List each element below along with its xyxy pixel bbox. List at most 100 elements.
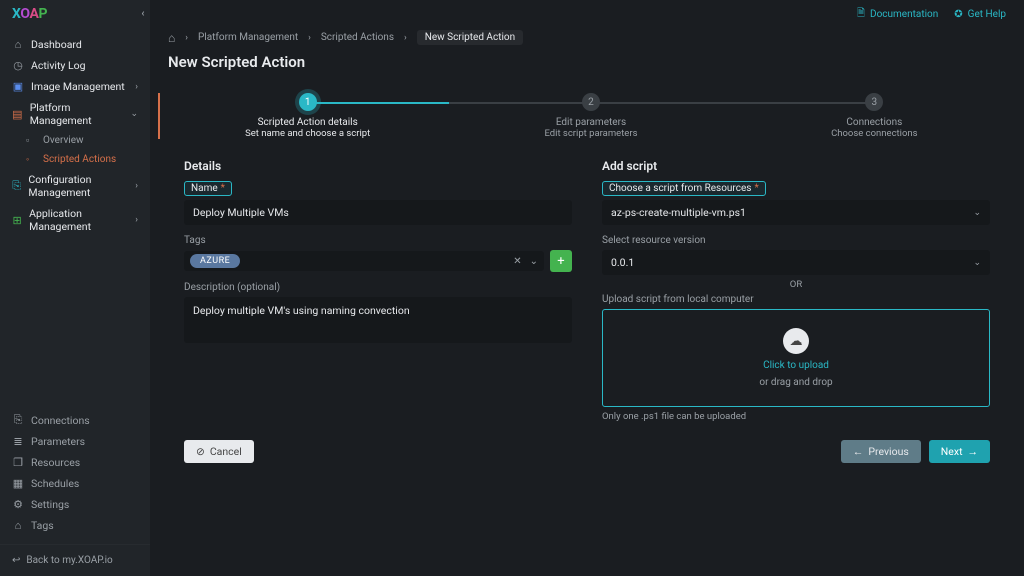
- step-subtitle: Edit script parameters: [544, 128, 637, 139]
- step-number: 1: [299, 93, 317, 111]
- sidebar-item-label: Image Management: [31, 80, 125, 93]
- sidebar-item-schedules[interactable]: ▦ Schedules: [0, 473, 150, 494]
- upload-label: Upload script from local computer: [602, 294, 990, 305]
- sidebar-item-settings[interactable]: ⚙ Settings: [0, 494, 150, 515]
- version-value: 0.0.1: [611, 256, 634, 269]
- sidebar-item-connections[interactable]: ⎘ Connections: [0, 409, 150, 431]
- tag-icon: ⌂: [12, 519, 24, 532]
- upload-icon: ☁: [783, 328, 809, 354]
- step-number: 3: [865, 93, 883, 111]
- chevron-right-icon: ›: [404, 33, 407, 43]
- version-label: Select resource version: [602, 235, 990, 246]
- version-select[interactable]: 0.0.1 ⌄: [602, 250, 990, 275]
- calendar-icon: ▦: [12, 477, 24, 490]
- step-title: Edit parameters: [556, 117, 626, 128]
- dot-icon: ◦: [26, 154, 36, 165]
- script-heading: Add script: [602, 159, 990, 173]
- name-input[interactable]: [184, 200, 572, 225]
- or-divider: OR: [602, 279, 990, 290]
- upload-drag-text: or drag and drop: [759, 377, 832, 388]
- collapse-icon[interactable]: ‹: [141, 8, 144, 19]
- sidebar-item-label: Tags: [31, 519, 54, 532]
- footer-actions: ⊘Cancel ←Previous Next→: [150, 422, 1024, 463]
- chevron-right-icon: ›: [308, 33, 311, 43]
- chevron-right-icon: ›: [135, 215, 138, 225]
- sidebar-item-platform-mgmt[interactable]: ▤Platform Management⌄: [0, 97, 150, 131]
- sidebar-item-config-mgmt[interactable]: ⎘Configuration Management›: [0, 169, 150, 203]
- form-content: Details Name* Tags AZURE ✕ ⌄ + Descripti…: [150, 145, 1024, 422]
- back-icon: ↩: [12, 555, 20, 566]
- sidebar-item-label: Dashboard: [31, 38, 82, 51]
- sidebar-sub-overview[interactable]: ▫Overview: [0, 131, 150, 150]
- tags-row: AZURE ✕ ⌄ +: [184, 250, 572, 272]
- app-icon: ⊞: [12, 214, 22, 227]
- step-1[interactable]: 1 Scripted Action details Set name and c…: [166, 93, 449, 139]
- topbar: 🗎Documentation ✪Get Help: [150, 0, 1024, 28]
- description-label: Description (optional): [184, 282, 572, 293]
- description-input[interactable]: Deploy multiple VM's using naming convec…: [184, 297, 572, 343]
- back-link[interactable]: ↩Back to my.XOAP.io: [0, 544, 150, 576]
- details-heading: Details: [184, 159, 572, 173]
- tags-label: Tags: [184, 235, 572, 246]
- sidebar-item-label: Activity Log: [31, 59, 86, 72]
- add-tag-button[interactable]: +: [550, 250, 572, 272]
- step-subtitle: Set name and choose a script: [245, 128, 370, 139]
- gear-icon: ⚙: [12, 498, 24, 511]
- script-select[interactable]: az-ps-create-multiple-vm.ps1 ⌄: [602, 200, 990, 225]
- page-title: New Scripted Action: [168, 53, 1006, 71]
- sidebar-item-resources[interactable]: ❐Resources: [0, 452, 150, 473]
- sidebar-item-image-mgmt[interactable]: ▣ Image Management ›: [0, 76, 150, 97]
- previous-button[interactable]: ←Previous: [841, 440, 921, 463]
- platform-icon: ▤: [12, 108, 23, 121]
- arrow-right-icon: →: [968, 445, 979, 458]
- secondary-nav: ⎘ Connections ≣Parameters ❐Resources ▦ Sch…: [0, 409, 150, 544]
- sidebar-item-label: Platform Management: [30, 101, 124, 127]
- image-icon: ▣: [12, 80, 24, 93]
- upload-dropzone[interactable]: ☁ Click to upload or drag and drop: [602, 309, 990, 407]
- chevron-right-icon: ›: [185, 33, 188, 43]
- sidebar-item-app-mgmt[interactable]: ⊞ Application Management ›: [0, 203, 150, 237]
- sidebar-item-parameters[interactable]: ≣Parameters: [0, 431, 150, 452]
- step-number: 2: [582, 93, 600, 111]
- breadcrumb: ⌂ › Platform Management › Scripted Actio…: [150, 28, 1024, 51]
- step-3[interactable]: 3 Connections Choose connections: [733, 93, 1016, 139]
- crumb-scripted[interactable]: Scripted Actions: [321, 32, 394, 43]
- sidebar-item-label: Settings: [31, 498, 69, 511]
- cube-icon: ❐: [12, 456, 24, 469]
- sidebar-sub-scripted-actions[interactable]: ◦ Scripted Actions: [0, 150, 150, 169]
- clear-icon[interactable]: ✕: [513, 256, 521, 267]
- chevron-right-icon: ›: [135, 181, 138, 191]
- step-subtitle: Choose connections: [831, 128, 917, 139]
- next-button[interactable]: Next→: [929, 440, 990, 463]
- tags-input[interactable]: AZURE ✕ ⌄: [184, 251, 544, 271]
- sidebar-item-label: Scripted Actions: [43, 154, 116, 165]
- help-link[interactable]: ✪Get Help: [954, 9, 1006, 20]
- step-2[interactable]: 2 Edit parameters Edit script parameters: [449, 93, 732, 139]
- cancel-button[interactable]: ⊘Cancel: [184, 440, 254, 463]
- doc-icon: 🗎: [857, 6, 865, 23]
- tag-chip[interactable]: AZURE: [190, 254, 240, 268]
- sidebar-item-dashboard[interactable]: ⌂Dashboard: [0, 34, 150, 55]
- chevron-down-icon[interactable]: ⌄: [530, 256, 538, 267]
- sidebar-item-label: Schedules: [31, 477, 79, 490]
- sidebar-item-label: Overview: [43, 135, 84, 146]
- chevron-down-icon: ⌄: [973, 258, 981, 268]
- sidebar-item-label: Application Management: [29, 207, 128, 233]
- list-icon: ≣: [12, 435, 24, 448]
- clock-icon: ◷: [12, 59, 24, 72]
- help-icon: ✪: [954, 9, 962, 20]
- cancel-icon: ⊘: [196, 445, 205, 458]
- docs-link[interactable]: 🗎Documentation: [857, 6, 938, 23]
- sidebar-item-tags[interactable]: ⌂ Tags: [0, 515, 150, 536]
- crumb-current: New Scripted Action: [417, 30, 523, 45]
- crumb-platform[interactable]: Platform Management: [198, 32, 298, 43]
- sidebar-item-label: Connections: [31, 414, 90, 427]
- script-value: az-ps-create-multiple-vm.ps1: [611, 206, 746, 219]
- upload-click-text: Click to upload: [763, 360, 829, 371]
- home-icon[interactable]: ⌂: [168, 31, 175, 45]
- sidebar-item-activity[interactable]: ◷ Activity Log: [0, 55, 150, 76]
- chevron-right-icon: ›: [135, 82, 138, 92]
- paperclip-icon: ⎘: [12, 413, 24, 427]
- step-title: Connections: [846, 117, 902, 128]
- step-title: Scripted Action details: [258, 117, 358, 128]
